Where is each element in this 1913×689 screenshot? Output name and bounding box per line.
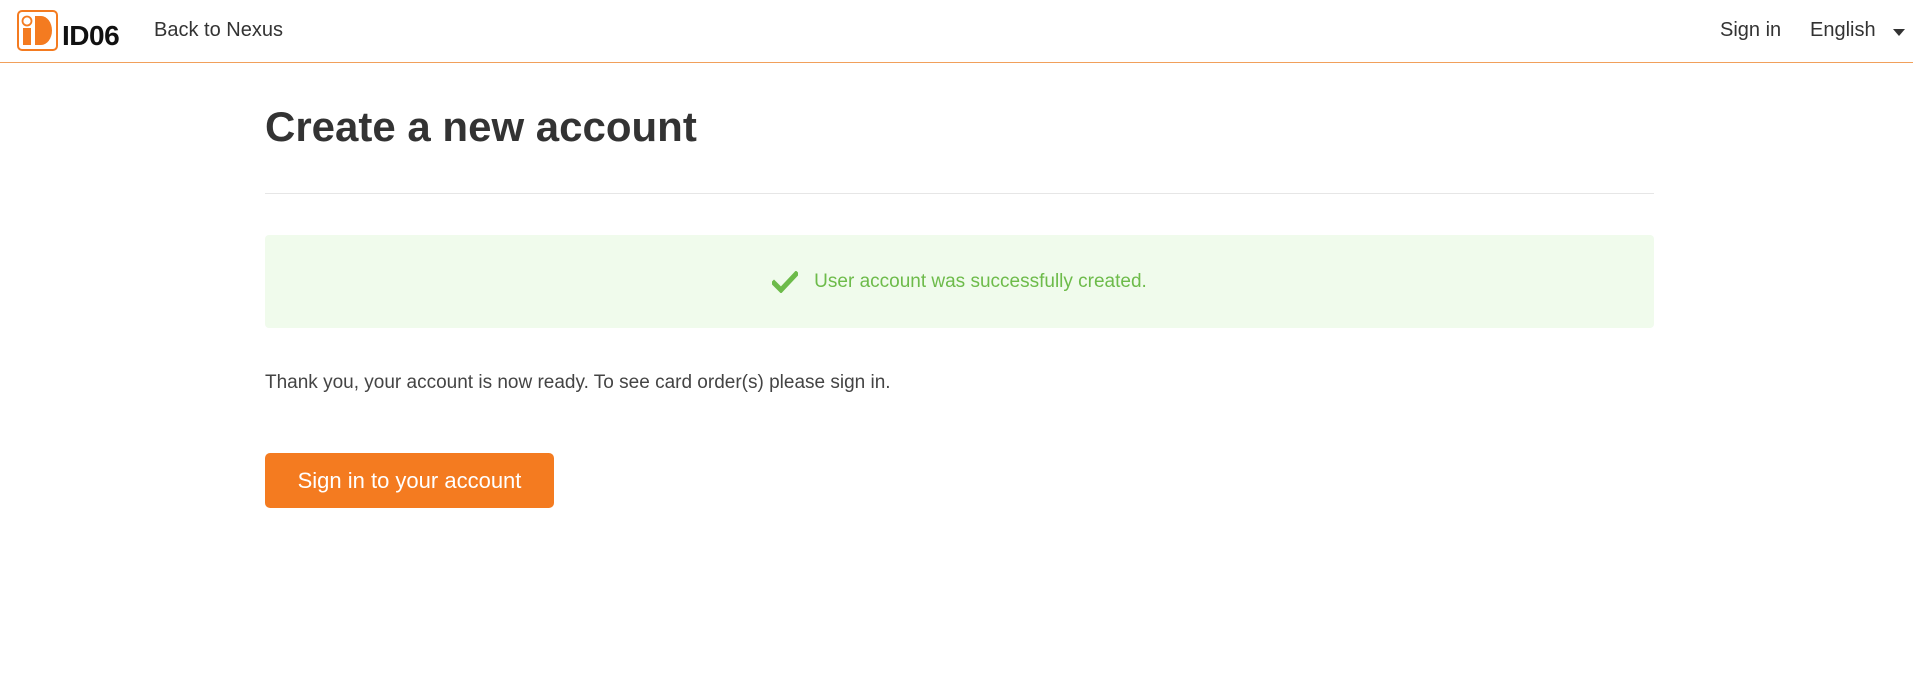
id06-logo-icon [17, 10, 58, 51]
logo-text: ID06 [62, 19, 120, 51]
account-ready-text: Thank you, your account is now ready. To… [265, 372, 891, 393]
success-message: User account was successfully created. [814, 270, 1147, 292]
success-alert: User account was successfully created. [265, 235, 1654, 328]
top-navigation-bar: ID06 Back to Nexus Sign in English [0, 0, 1913, 63]
back-to-nexus-link[interactable]: Back to Nexus [154, 19, 283, 42]
header-sign-in-link[interactable]: Sign in [1720, 19, 1781, 42]
page-title: Create a new account [265, 103, 697, 150]
caret-down-icon [1892, 28, 1905, 36]
language-label: English [1810, 19, 1876, 41]
id06-logo-link[interactable]: ID06 [17, 10, 120, 51]
checkmark-icon [770, 269, 800, 294]
language-selector[interactable]: English [1810, 19, 1905, 42]
title-divider [265, 193, 1654, 194]
sign-in-to-account-button[interactable]: Sign in to your account [265, 453, 554, 508]
